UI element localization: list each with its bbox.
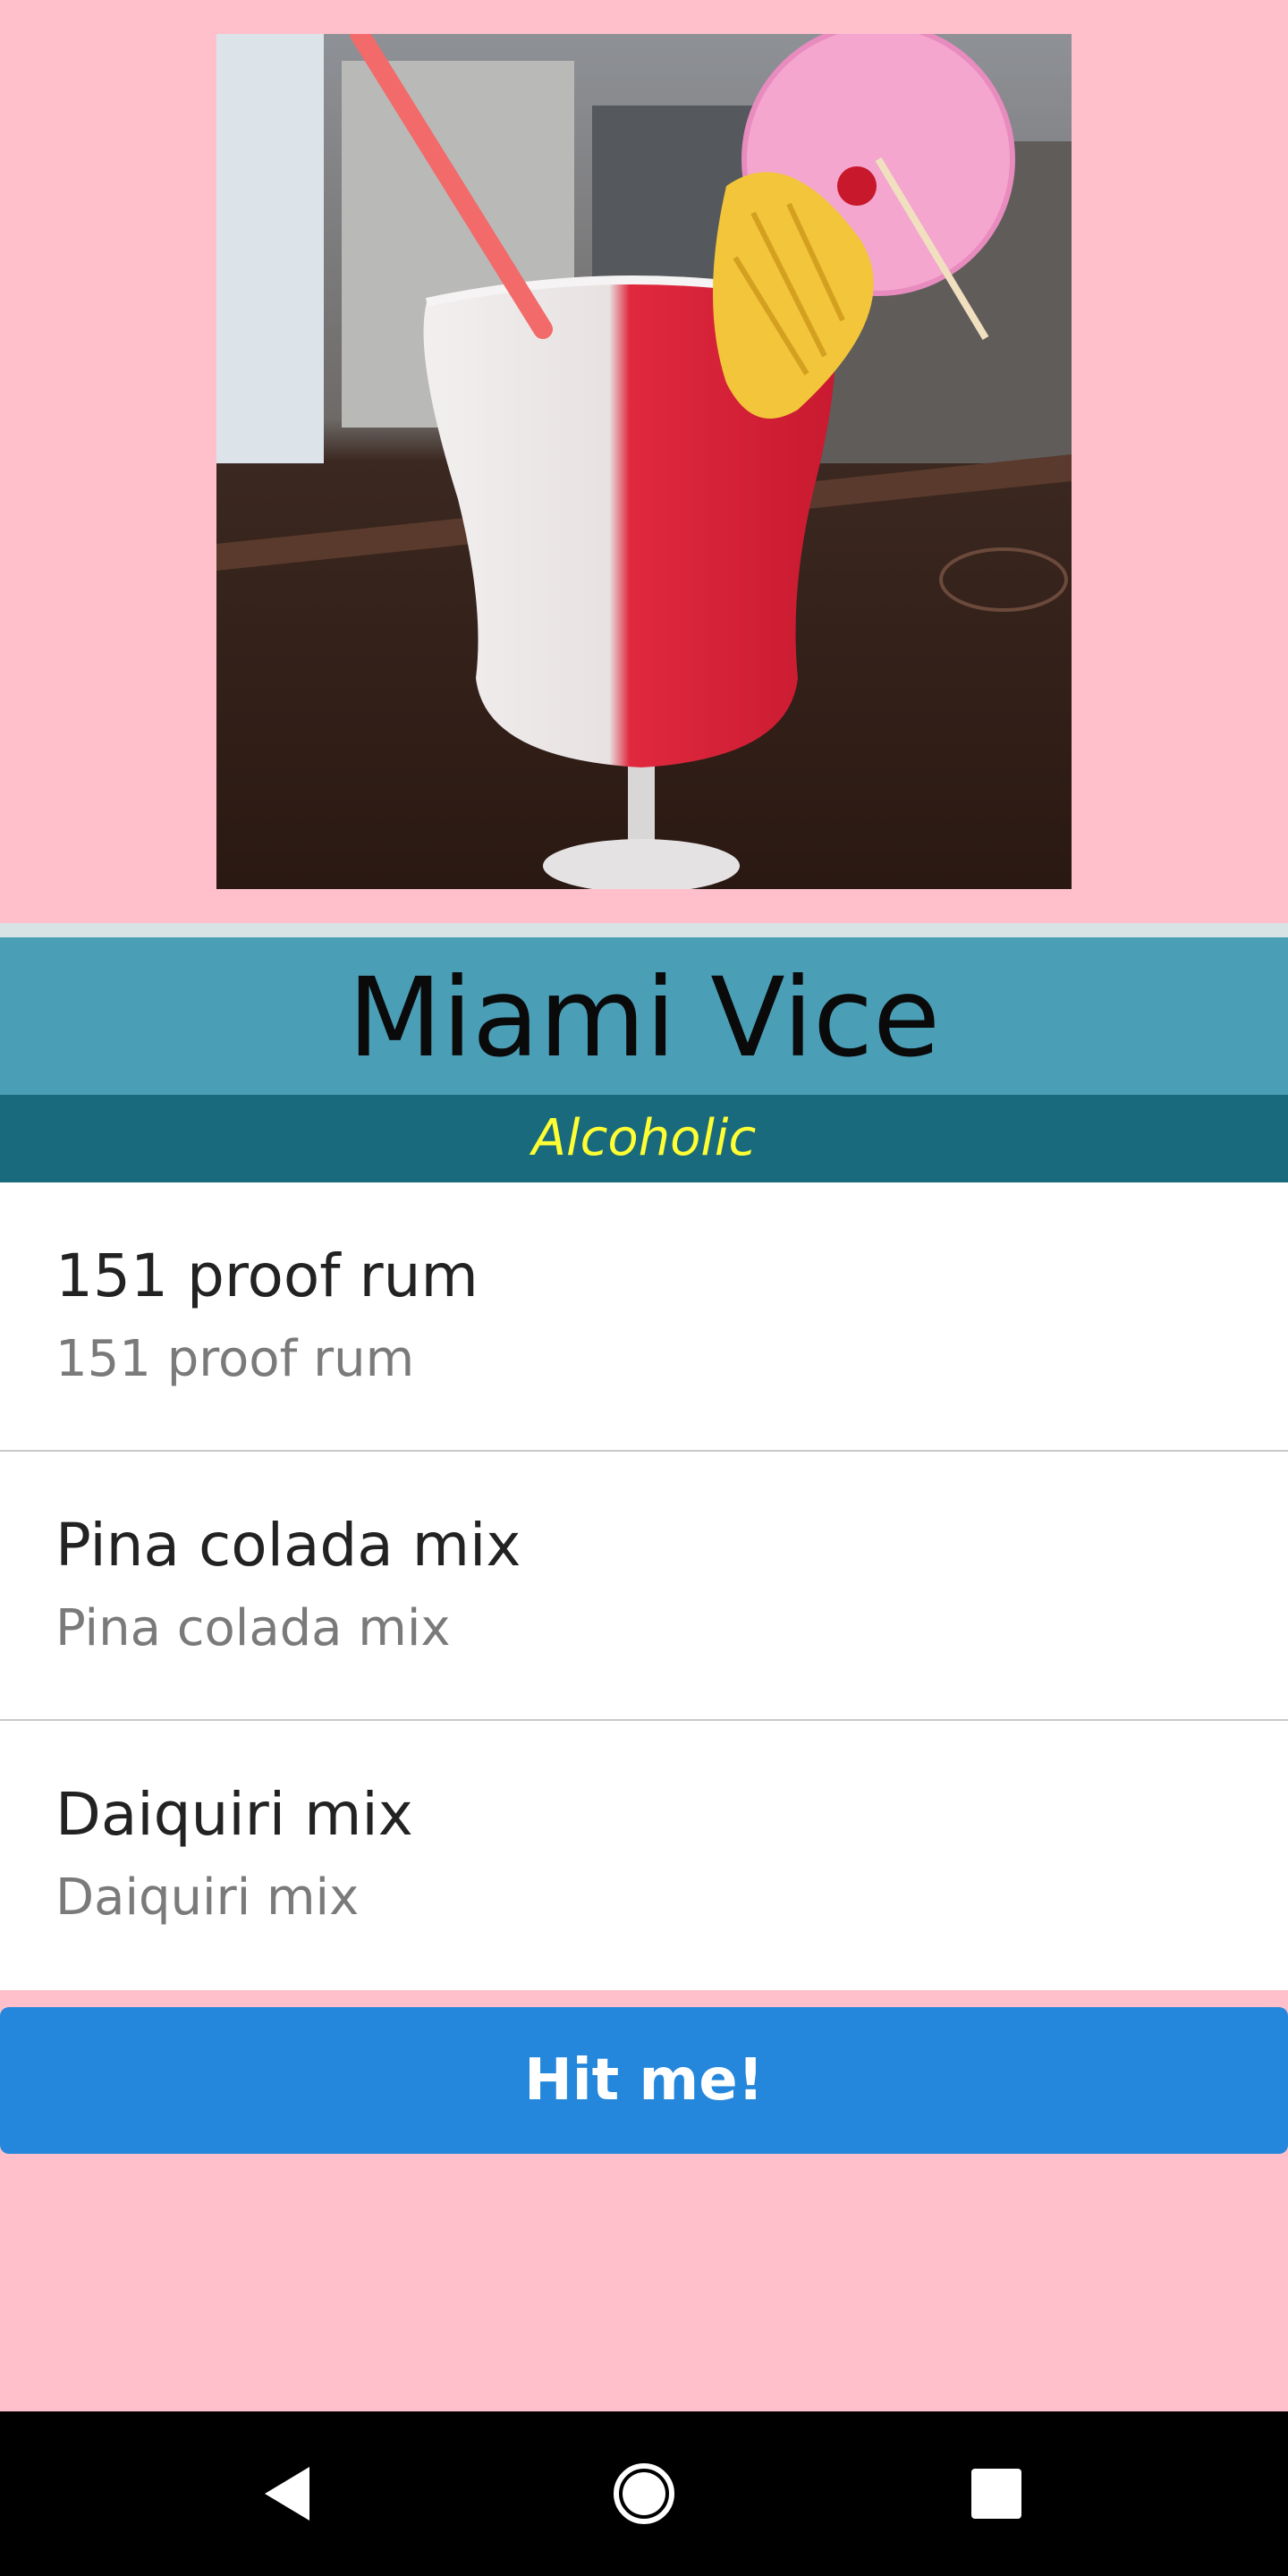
- ingredient-item: Daiquiri mix Daiquiri mix: [0, 1721, 1288, 1990]
- system-navigation-bar: [0, 2411, 1288, 2576]
- ingredient-name: 151 proof rum: [55, 1241, 479, 1310]
- ingredient-name: Pina colada mix: [55, 1511, 521, 1580]
- drink-name: Miami Vice: [347, 954, 941, 1081]
- ingredient-measure: Pina colada mix: [55, 1599, 451, 1657]
- hit-me-button[interactable]: Hit me!: [0, 2007, 1288, 2154]
- ingredient-list: 151 proof rum 151 proof rum Pina colada …: [0, 1182, 1288, 1990]
- home-icon: [614, 2463, 674, 2524]
- ingredient-item: Pina colada mix Pina colada mix: [0, 1452, 1288, 1721]
- drink-photo-illustration: [216, 34, 1072, 889]
- ingredient-measure: Daiquiri mix: [55, 1868, 360, 1927]
- back-button[interactable]: [243, 2449, 333, 2538]
- ingredient-measure: 151 proof rum: [55, 1330, 415, 1388]
- home-button[interactable]: [599, 2449, 689, 2538]
- ingredient-item: 151 proof rum 151 proof rum: [0, 1182, 1288, 1452]
- recents-button[interactable]: [952, 2449, 1041, 2538]
- drink-category-bar: Alcoholic: [0, 1095, 1288, 1182]
- recents-icon: [971, 2469, 1021, 2519]
- ingredient-name: Daiquiri mix: [55, 1780, 413, 1849]
- drink-category: Alcoholic: [531, 1109, 757, 1167]
- drink-photo: [216, 34, 1072, 889]
- drink-title-bar: Miami Vice: [0, 937, 1288, 1095]
- back-icon: [265, 2467, 309, 2521]
- section-divider: [0, 923, 1288, 937]
